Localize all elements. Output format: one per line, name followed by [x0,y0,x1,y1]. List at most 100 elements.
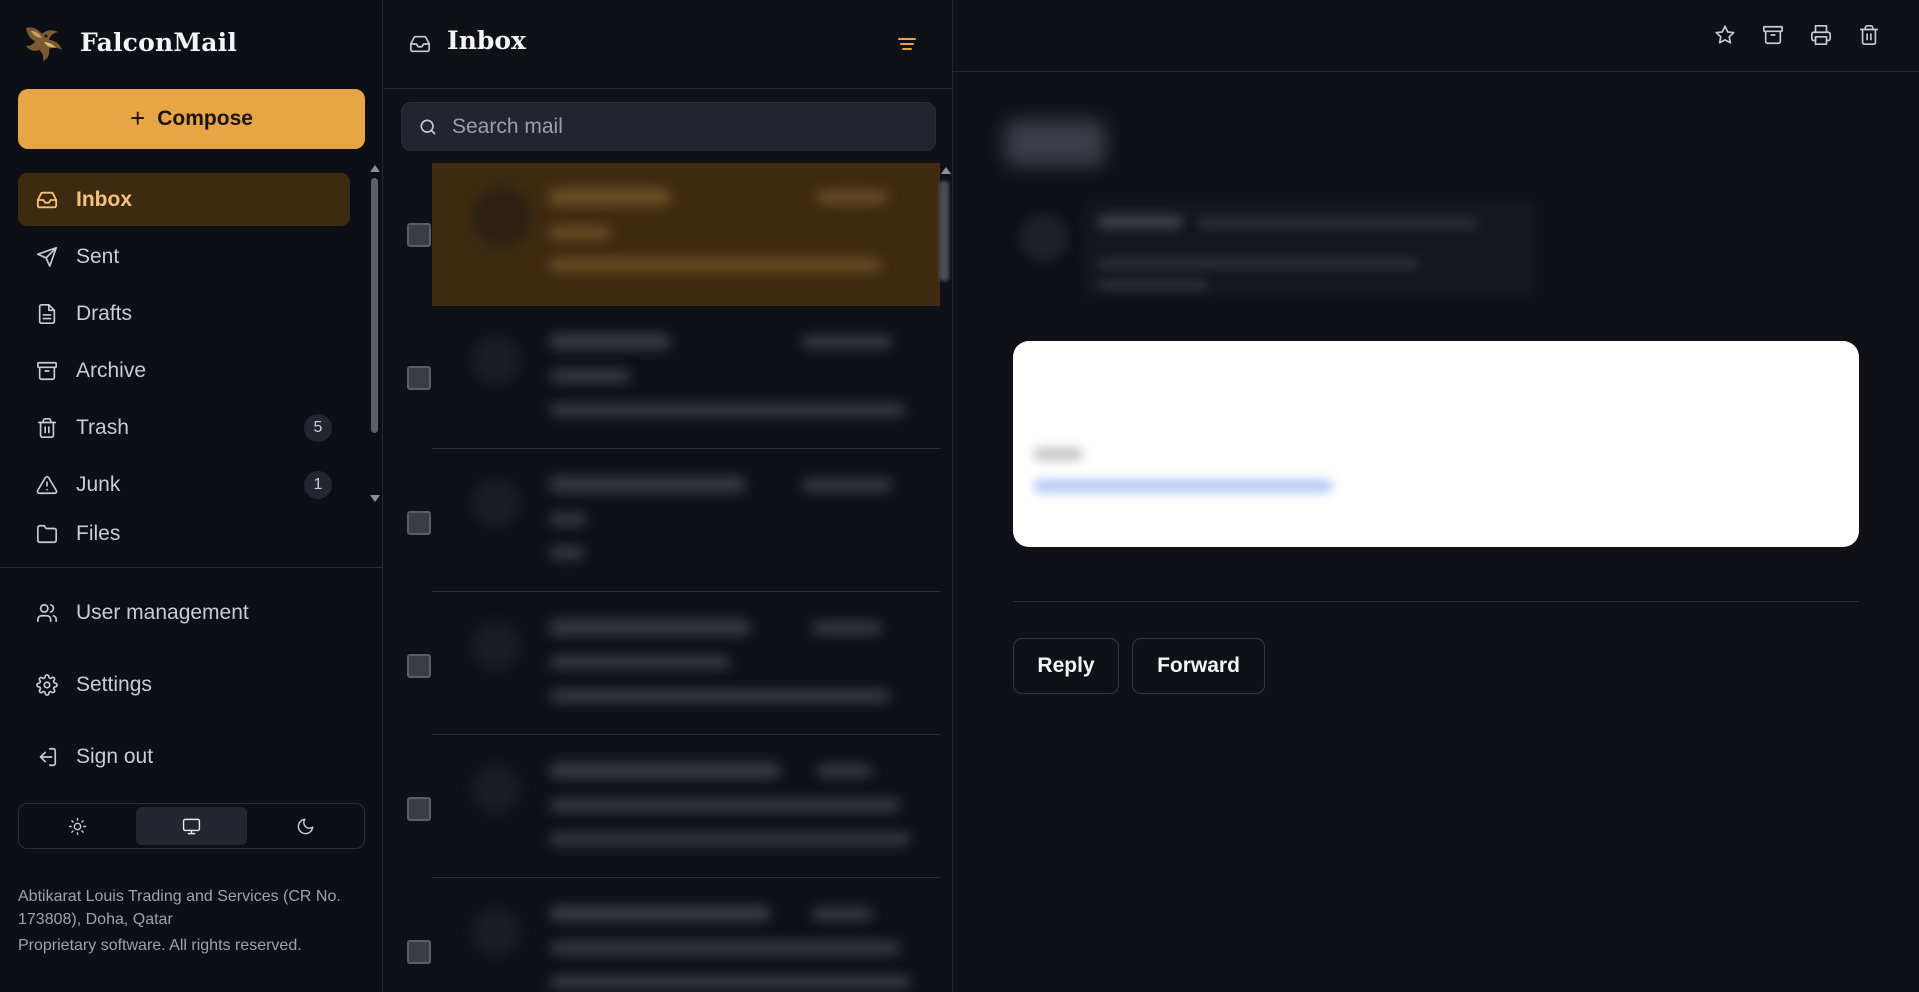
subject-redacted [550,799,900,811]
sidebar-item-inbox[interactable]: Inbox [18,173,350,226]
filter-icon[interactable] [895,32,919,56]
list-scroll-up-arrow[interactable] [941,167,951,174]
sender-avatar [472,622,520,670]
sender-name-redacted [550,906,770,921]
sender-name-redacted [550,763,780,778]
sender-email-redacted [1198,218,1478,228]
date-redacted [1098,280,1208,290]
body-text-redacted [1033,447,1083,461]
message-preview [432,449,940,592]
scroll-up-arrow[interactable] [370,165,380,172]
row-checkbox[interactable] [407,654,431,678]
sidebar-item-sent[interactable]: Sent [18,230,350,283]
theme-light-button[interactable] [22,807,133,845]
sidebar-item-trash[interactable]: Trash 5 [18,401,350,454]
footer: Abtikarat Louis Trading and Services (CR… [18,885,358,957]
date-redacted [812,908,872,920]
sender-avatar [472,187,532,247]
warning-icon [36,474,58,496]
search-input[interactable] [452,114,912,139]
inbox-icon [410,35,430,53]
sidebar-scrollbar[interactable] [371,178,378,433]
body-link-redacted[interactable] [1033,479,1333,493]
row-checkbox[interactable] [407,223,431,247]
snippet-redacted [550,833,910,845]
date-redacted [817,191,887,203]
sign-out-icon [36,746,58,768]
sidebar-item-label: Drafts [76,301,133,325]
archive-button[interactable] [1762,24,1784,46]
sidebar-item-label: Junk [76,472,121,496]
sender-name-redacted [1098,215,1183,229]
sidebar-item-label: Files [76,521,121,545]
brand[interactable]: FalconMail [22,20,237,64]
sidebar-item-label: Inbox [76,187,132,211]
message-row[interactable] [383,592,953,735]
reading-pane: Reply Forward [953,0,1919,992]
bottom-item-label: Sign out [76,745,154,768]
message-preview [432,878,940,992]
message-preview [432,163,940,306]
sender-avatar [472,908,520,956]
reader-divider [1013,601,1859,602]
list-header: Inbox [383,0,953,89]
archive-icon [36,360,58,382]
junk-count-badge: 1 [304,471,332,499]
row-checkbox[interactable] [407,940,431,964]
sidebar-item-junk[interactable]: Junk 1 [18,458,350,511]
sender-name-redacted [550,477,745,492]
row-checkbox[interactable] [407,366,431,390]
delete-button[interactable] [1858,24,1880,46]
user-management-link[interactable]: User management [18,589,350,637]
message-row[interactable] [383,306,953,449]
sender-name-redacted [550,620,750,635]
snippet-redacted [550,547,584,559]
forward-button[interactable]: Forward [1132,638,1265,694]
monitor-icon [182,818,201,834]
message-row[interactable] [383,735,953,878]
row-checkbox[interactable] [407,797,431,821]
bottom-item-label: Settings [76,673,152,696]
settings-link[interactable]: Settings [18,661,350,709]
list-title: Inbox [447,26,526,55]
subject-redacted [550,227,610,239]
search-box [401,102,936,151]
sidebar-divider [0,567,383,568]
scroll-down-arrow[interactable] [370,495,380,502]
send-icon [36,246,58,268]
star-button[interactable] [1714,24,1736,46]
sidebar-item-label: Archive [76,358,147,382]
list-scrollbar[interactable] [939,181,949,281]
reader-toolbar [953,0,1919,72]
snippet-redacted [550,404,905,416]
message-row[interactable] [383,163,953,306]
sidebar-item-archive[interactable]: Archive [18,344,350,397]
snippet-redacted [550,976,910,988]
moon-icon [297,818,314,834]
message-row[interactable] [383,449,953,592]
trash-icon [36,417,58,439]
trash-icon [1859,25,1879,45]
gear-icon [36,674,58,696]
sidebar-item-files[interactable]: Files [18,507,350,560]
footer-company: Abtikarat Louis Trading and Services (CR… [18,888,341,928]
compose-label: Compose [157,107,253,130]
sender-avatar [472,479,520,527]
subject-redacted [550,370,630,382]
sign-out-link[interactable]: Sign out [18,733,350,781]
snippet-redacted [550,690,890,702]
theme-switcher [18,803,365,849]
message-preview [432,306,940,449]
compose-button[interactable]: + Compose [18,89,365,149]
theme-dark-button[interactable] [250,807,361,845]
print-button[interactable] [1810,24,1832,46]
falcon-logo-icon [26,27,62,61]
sender-avatar [1020,214,1068,262]
theme-system-button[interactable] [136,807,247,845]
message-row[interactable] [383,878,953,992]
row-checkbox[interactable] [407,511,431,535]
reply-button[interactable]: Reply [1013,638,1119,694]
recipient-redacted [1098,258,1418,269]
sidebar: FalconMail + Compose Inbox Sent Drafts A… [0,0,383,992]
sidebar-item-drafts[interactable]: Drafts [18,287,350,340]
